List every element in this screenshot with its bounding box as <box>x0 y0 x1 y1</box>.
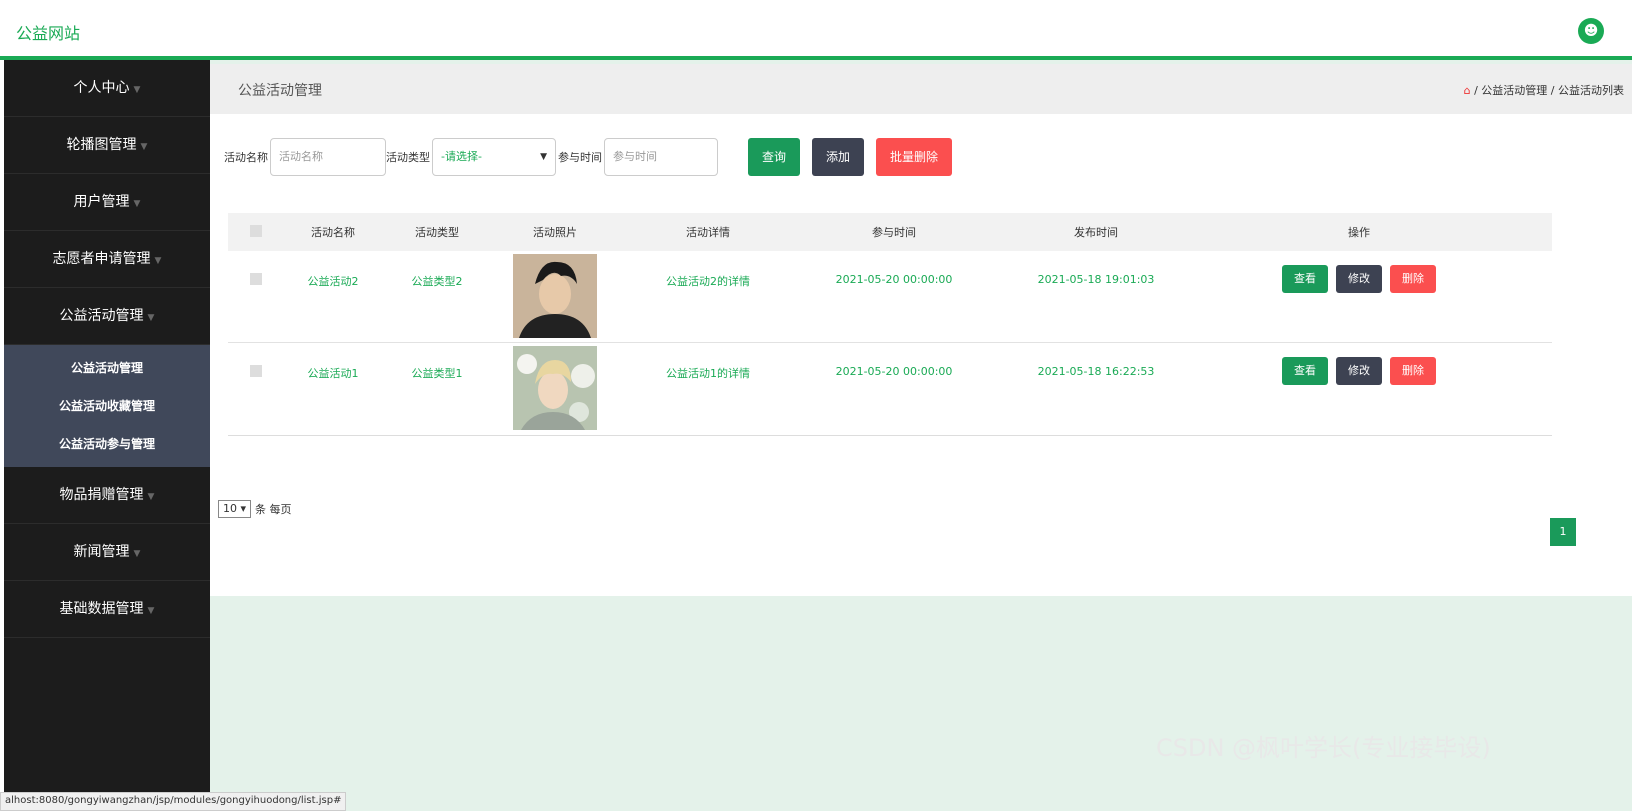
activity-photo <box>513 346 597 430</box>
time-label: 参与时间 <box>558 151 602 164</box>
chevron-down-icon: ▼ <box>540 152 547 162</box>
page-title: 公益活动管理 <box>238 83 322 99</box>
sidebar-item-label: 轮播图管理 <box>66 137 137 153</box>
breadcrumb-list: 公益活动列表 <box>1558 84 1624 97</box>
select-all-checkbox[interactable] <box>250 224 262 237</box>
chevron-down-icon: ▼ <box>147 313 155 323</box>
row-checkbox[interactable] <box>250 365 262 377</box>
sidebar-item-donation[interactable]: 物品捐赠管理 ▼ <box>4 467 210 524</box>
chevron-down-icon: ▼ <box>147 492 155 502</box>
row-join-time: 2021-05-20 00:00:00 <box>835 365 953 378</box>
sidebar-item-label: 用户管理 <box>73 194 130 210</box>
chevron-down-icon: ▼ <box>133 85 141 95</box>
row-detail[interactable]: 公益活动1的详情 <box>618 343 798 381</box>
sidebar-item-carousel[interactable]: 轮播图管理 ▼ <box>4 117 210 174</box>
activity-table: 活动名称 活动类型 活动照片 活动详情 参与时间 发布时间 操作 公益活动2 公… <box>228 213 1552 436</box>
activity-photo <box>513 254 597 338</box>
type-label: 活动类型 <box>386 151 430 164</box>
delete-button[interactable]: 删除 <box>1390 357 1436 385</box>
sidebar-item-label: 物品捐赠管理 <box>59 487 144 503</box>
sidebar-item-label: 个人中心 <box>73 80 130 96</box>
sidebar: 个人中心 ▼ 轮播图管理 ▼ 用户管理 ▼ 志愿者申请管理 ▼ 公益活动管理 ▼ 公益活动… <box>4 60 210 800</box>
join-time-input[interactable]: 参与时间 <box>604 138 718 176</box>
row-photo <box>492 343 618 433</box>
table-row: 公益活动1 公益类型1 公益活动1的详情 2021-05-20 00:00:00 <box>228 343 1552 435</box>
col-join-time: 参与时间 <box>872 226 916 239</box>
row-ops: 查看 修改 删除 <box>1202 343 1516 385</box>
page-header: 公益活动管理 ⌂ / 公益活动管理 / 公益活动列表 <box>210 64 1632 114</box>
sidebar-item-news[interactable]: 新闻管理 ▼ <box>4 524 210 581</box>
breadcrumb: ⌂ / 公益活动管理 / 公益活动列表 <box>1464 82 1624 98</box>
row-type: 公益类型1 <box>411 367 463 380</box>
sidebar-item-label: 公益活动管理 <box>59 308 144 324</box>
breadcrumb-sep: / <box>1550 84 1555 97</box>
content-panel: 活动名称 活动名称 活动类型 -请选择- ▼ 参与时间 参与时间 查询 添加 批… <box>210 114 1632 596</box>
status-bar-url: alhost:8080/gongyiwangzhan/jsp/modules/g… <box>0 792 347 811</box>
view-button[interactable]: 查看 <box>1282 357 1328 385</box>
sidebar-item-profile[interactable]: 个人中心 ▼ <box>4 60 210 117</box>
activity-submenu: 公益活动管理 公益活动收藏管理 公益活动参与管理 <box>4 345 210 467</box>
top-bar: 公益网站 ☻ <box>0 0 1632 60</box>
chevron-down-icon: ▼ <box>133 549 141 559</box>
batch-delete-button[interactable]: 批量删除 <box>876 138 953 176</box>
main-area: 公益活动管理 ⌂ / 公益活动管理 / 公益活动列表 活动名称 活动名称 活动类… <box>210 60 1632 811</box>
activity-name-input[interactable]: 活动名称 <box>270 138 386 176</box>
chevron-down-icon: ▼ <box>154 256 162 266</box>
sidebar-item-volunteer[interactable]: 志愿者申请管理 ▼ <box>4 231 210 288</box>
row-ops: 查看 修改 删除 <box>1202 251 1516 293</box>
row-photo <box>492 251 618 341</box>
col-detail: 活动详情 <box>686 226 730 239</box>
site-title[interactable]: 公益网站 <box>16 20 80 44</box>
edit-button[interactable]: 修改 <box>1336 265 1382 293</box>
view-button[interactable]: 查看 <box>1282 265 1328 293</box>
col-ops: 操作 <box>1348 226 1370 239</box>
row-name: 公益活动2 <box>307 275 359 288</box>
table-row: 公益活动2 公益类型2 公益活动2的详情 2021-05-20 00:00:00… <box>228 251 1552 343</box>
activity-type-select[interactable]: -请选择- ▼ <box>432 138 556 176</box>
submenu-item-activity-favorite[interactable]: 公益活动收藏管理 <box>4 387 210 425</box>
search-form: 活动名称 活动名称 活动类型 -请选择- ▼ 参与时间 参与时间 查询 添加 批… <box>224 138 953 176</box>
page-size-control: 10 ▾ 条 每页 <box>218 500 292 518</box>
chevron-down-icon: ▼ <box>140 142 148 152</box>
page-size-select[interactable]: 10 ▾ <box>218 500 252 518</box>
row-detail[interactable]: 公益活动2的详情 <box>618 251 798 289</box>
row-publish-time: 2021-05-18 16:22:53 <box>1037 365 1155 378</box>
col-name: 活动名称 <box>311 226 355 239</box>
row-join-time: 2021-05-20 00:00:00 <box>835 273 953 286</box>
row-publish-time: 2021-05-18 19:01:03 <box>1037 273 1155 286</box>
per-page-label: 条 每页 <box>255 503 292 516</box>
sidebar-item-basedata[interactable]: 基础数据管理 ▼ <box>4 581 210 638</box>
sidebar-item-users[interactable]: 用户管理 ▼ <box>4 174 210 231</box>
delete-button[interactable]: 删除 <box>1390 265 1436 293</box>
type-select-value: -请选择- <box>441 150 482 163</box>
col-publish-time: 发布时间 <box>1074 226 1118 239</box>
edit-button[interactable]: 修改 <box>1336 357 1382 385</box>
submenu-item-activity-manage[interactable]: 公益活动管理 <box>4 349 210 387</box>
table-header: 活动名称 活动类型 活动照片 活动详情 参与时间 发布时间 操作 <box>228 213 1552 251</box>
home-icon[interactable]: ⌂ <box>1464 84 1471 97</box>
row-checkbox[interactable] <box>250 273 262 285</box>
sidebar-item-label: 新闻管理 <box>73 544 130 560</box>
row-name: 公益活动1 <box>307 367 359 380</box>
chevron-down-icon: ▼ <box>133 199 141 209</box>
row-type: 公益类型2 <box>411 275 463 288</box>
breadcrumb-sep: / <box>1474 84 1478 97</box>
submenu-item-activity-join[interactable]: 公益活动参与管理 <box>4 425 210 463</box>
user-icon[interactable]: ☻ <box>1578 18 1604 44</box>
page-number-button[interactable]: 1 <box>1550 518 1576 546</box>
query-button[interactable]: 查询 <box>748 138 801 176</box>
col-type: 活动类型 <box>415 226 459 239</box>
sidebar-item-label: 基础数据管理 <box>59 601 144 617</box>
watermark: CSDN @枫叶学长(专业接毕设) <box>1156 734 1491 762</box>
page-size-value: 10 <box>223 502 237 515</box>
add-button[interactable]: 添加 <box>812 138 865 176</box>
chevron-down-icon: ▼ <box>147 606 155 616</box>
sidebar-item-activity[interactable]: 公益活动管理 ▼ <box>4 288 210 345</box>
col-photo: 活动照片 <box>533 226 577 239</box>
breadcrumb-activity[interactable]: 公益活动管理 <box>1481 84 1547 97</box>
name-label: 活动名称 <box>224 151 268 164</box>
sidebar-item-label: 志愿者申请管理 <box>52 251 151 267</box>
